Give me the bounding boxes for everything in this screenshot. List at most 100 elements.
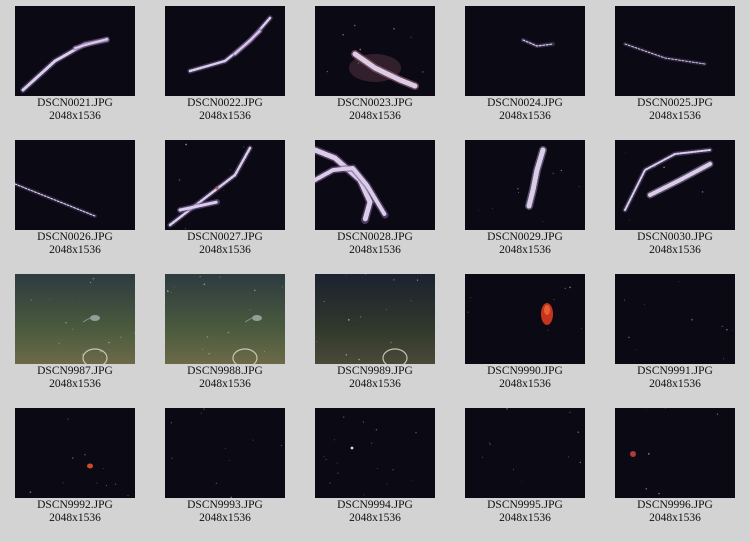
thumbnail-photo — [165, 274, 285, 364]
thumbnail-filename: DSCN0030.JPG — [637, 231, 713, 243]
thumbnail-item[interactable]: DSCN9993.JPG 2048x1536 — [165, 408, 285, 525]
thumbnail-item[interactable]: DSCN9989.JPG 2048x1536 — [315, 274, 435, 391]
thumbnail-dimensions: 2048x1536 — [649, 378, 701, 390]
thumbnail-grid: DSCN0021.JPG 2048x1536 DSCN0022.JPG 2048x15… — [0, 0, 750, 542]
thumbnail-photo — [315, 140, 435, 230]
thumbnail-filename: DSCN0025.JPG — [637, 97, 713, 109]
thumbnail-photo — [465, 140, 585, 230]
thumbnail-image[interactable] — [165, 408, 285, 498]
thumbnail-dimensions: 2048x1536 — [199, 244, 251, 256]
thumbnail-item[interactable]: DSCN0028.JPG 2048x1536 — [315, 140, 435, 257]
thumbnail-item[interactable]: DSCN0027.JPG 2048x1536 — [165, 140, 285, 257]
thumbnail-item[interactable]: DSCN0022.JPG 2048x1536 — [165, 6, 285, 123]
thumbnail-photo — [15, 140, 135, 230]
thumbnail-filename: DSCN0021.JPG — [37, 97, 113, 109]
thumbnail-photo — [315, 408, 435, 498]
thumbnail-photo — [15, 274, 135, 364]
thumbnail-image[interactable] — [315, 6, 435, 96]
thumbnail-item[interactable]: DSCN9987.JPG 2048x1536 — [15, 274, 135, 391]
thumbnail-dimensions: 2048x1536 — [649, 244, 701, 256]
thumbnail-photo — [465, 408, 585, 498]
thumbnail-filename: DSCN9989.JPG — [337, 365, 413, 377]
thumbnail-dimensions: 2048x1536 — [49, 378, 101, 390]
thumbnail-image[interactable] — [315, 140, 435, 230]
thumbnail-filename: DSCN0024.JPG — [487, 97, 563, 109]
thumbnail-filename: DSCN9996.JPG — [637, 499, 713, 511]
thumbnail-image[interactable] — [615, 274, 735, 364]
thumbnail-filename: DSCN0027.JPG — [187, 231, 263, 243]
thumbnail-filename: DSCN9993.JPG — [187, 499, 263, 511]
thumbnail-filename: DSCN9992.JPG — [37, 499, 113, 511]
thumbnail-item[interactable]: DSCN0024.JPG 2048x1536 — [465, 6, 585, 123]
thumbnail-photo — [315, 274, 435, 364]
thumbnail-image[interactable] — [15, 408, 135, 498]
thumbnail-item[interactable]: DSCN0029.JPG 2048x1536 — [465, 140, 585, 257]
thumbnail-photo — [165, 408, 285, 498]
thumbnail-image[interactable] — [465, 6, 585, 96]
thumbnail-photo — [165, 140, 285, 230]
thumbnail-dimensions: 2048x1536 — [349, 244, 401, 256]
thumbnail-item[interactable]: DSCN0026.JPG 2048x1536 — [15, 140, 135, 257]
thumbnail-dimensions: 2048x1536 — [199, 512, 251, 524]
thumbnail-photo — [615, 140, 735, 230]
thumbnail-filename: DSCN0022.JPG — [187, 97, 263, 109]
thumbnail-item[interactable]: DSCN9994.JPG 2048x1536 — [315, 408, 435, 525]
thumbnail-dimensions: 2048x1536 — [49, 244, 101, 256]
thumbnail-dimensions: 2048x1536 — [499, 110, 551, 122]
thumbnail-filename: DSCN0028.JPG — [337, 231, 413, 243]
thumbnail-item[interactable]: DSCN0021.JPG 2048x1536 — [15, 6, 135, 123]
thumbnail-filename: DSCN0029.JPG — [487, 231, 563, 243]
thumbnail-image[interactable] — [615, 140, 735, 230]
thumbnail-filename: DSCN9988.JPG — [187, 365, 263, 377]
thumbnail-image[interactable] — [615, 6, 735, 96]
thumbnail-item[interactable]: DSCN9990.JPG 2048x1536 — [465, 274, 585, 391]
thumbnail-dimensions: 2048x1536 — [649, 110, 701, 122]
thumbnail-item[interactable]: DSCN9995.JPG 2048x1536 — [465, 408, 585, 525]
thumbnail-image[interactable] — [15, 274, 135, 364]
thumbnail-dimensions: 2048x1536 — [499, 244, 551, 256]
thumbnail-image[interactable] — [465, 274, 585, 364]
thumbnail-item[interactable]: DSCN9988.JPG 2048x1536 — [165, 274, 285, 391]
thumbnail-item[interactable]: DSCN0023.JPG 2048x1536 — [315, 6, 435, 123]
thumbnail-filename: DSCN0026.JPG — [37, 231, 113, 243]
thumbnail-item[interactable]: DSCN0025.JPG 2048x1536 — [615, 6, 735, 123]
thumbnail-photo — [15, 6, 135, 96]
thumbnail-photo — [615, 408, 735, 498]
thumbnail-photo — [315, 6, 435, 96]
thumbnail-photo — [615, 274, 735, 364]
thumbnail-filename: DSCN9990.JPG — [487, 365, 563, 377]
thumbnail-filename: DSCN9987.JPG — [37, 365, 113, 377]
thumbnail-image[interactable] — [465, 140, 585, 230]
thumbnail-image[interactable] — [465, 408, 585, 498]
thumbnail-filename: DSCN0023.JPG — [337, 97, 413, 109]
thumbnail-image[interactable] — [165, 140, 285, 230]
thumbnail-dimensions: 2048x1536 — [199, 110, 251, 122]
thumbnail-photo — [465, 274, 585, 364]
thumbnail-dimensions: 2048x1536 — [349, 378, 401, 390]
thumbnail-photo — [465, 6, 585, 96]
thumbnail-image[interactable] — [15, 140, 135, 230]
thumbnail-filename: DSCN9995.JPG — [487, 499, 563, 511]
thumbnail-image[interactable] — [315, 274, 435, 364]
thumbnail-dimensions: 2048x1536 — [199, 378, 251, 390]
thumbnail-photo — [615, 6, 735, 96]
thumbnail-photo — [15, 408, 135, 498]
thumbnail-image[interactable] — [315, 408, 435, 498]
thumbnail-filename: DSCN9991.JPG — [637, 365, 713, 377]
thumbnail-dimensions: 2048x1536 — [499, 378, 551, 390]
thumbnail-dimensions: 2048x1536 — [349, 110, 401, 122]
thumbnail-filename: DSCN9994.JPG — [337, 499, 413, 511]
thumbnail-item[interactable]: DSCN0030.JPG 2048x1536 — [615, 140, 735, 257]
thumbnail-dimensions: 2048x1536 — [349, 512, 401, 524]
thumbnail-item[interactable]: DSCN9996.JPG 2048x1536 — [615, 408, 735, 525]
thumbnail-item[interactable]: DSCN9991.JPG 2048x1536 — [615, 274, 735, 391]
thumbnail-item[interactable]: DSCN9992.JPG 2048x1536 — [15, 408, 135, 525]
thumbnail-photo — [165, 6, 285, 96]
thumbnail-dimensions: 2048x1536 — [49, 110, 101, 122]
thumbnail-image[interactable] — [15, 6, 135, 96]
thumbnail-image[interactable] — [615, 408, 735, 498]
thumbnail-image[interactable] — [165, 6, 285, 96]
thumbnail-dimensions: 2048x1536 — [49, 512, 101, 524]
thumbnail-image[interactable] — [165, 274, 285, 364]
thumbnail-dimensions: 2048x1536 — [649, 512, 701, 524]
